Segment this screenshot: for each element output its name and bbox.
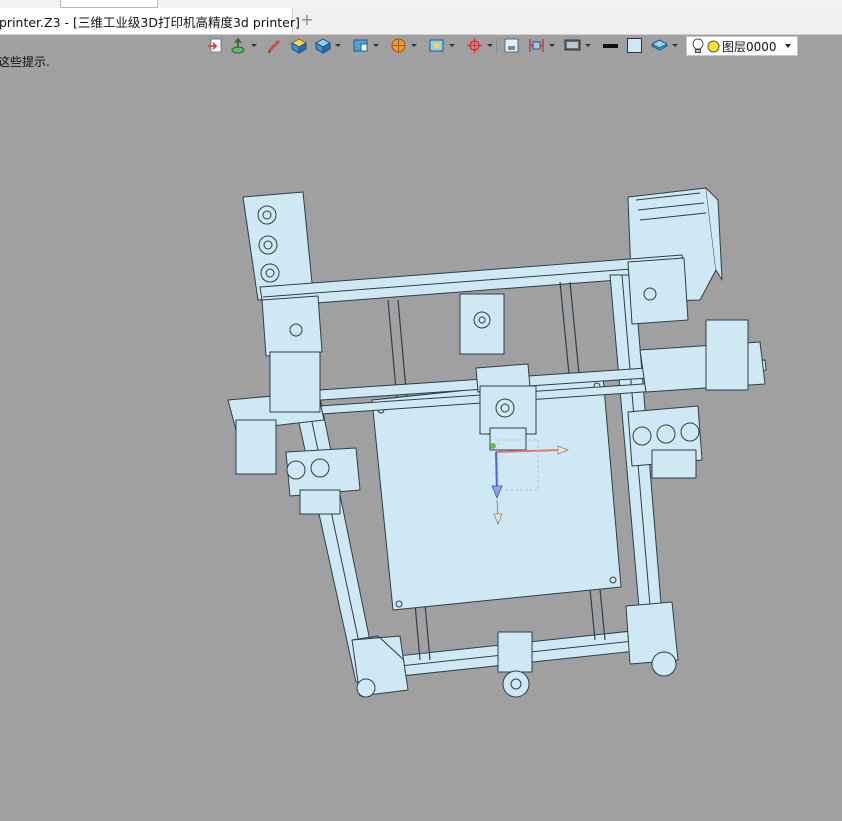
quick-access-field[interactable] (60, 0, 158, 8)
shaded-dropdown[interactable] (373, 44, 379, 47)
fit-dropdown[interactable] (549, 44, 555, 47)
layer-color-icon (707, 40, 720, 52)
3d-viewport[interactable] (0, 70, 842, 821)
x-motor-back[interactable] (459, 293, 505, 355)
color-swatch-icon[interactable] (626, 37, 643, 54)
z-motor-right[interactable] (627, 257, 689, 325)
new-tab-button[interactable]: + (298, 11, 316, 29)
export-icon[interactable] (207, 37, 224, 54)
render-dropdown[interactable] (411, 44, 417, 47)
extrude-dropdown[interactable] (251, 44, 257, 47)
image-dropdown[interactable] (449, 44, 455, 47)
document-tab[interactable]: printer.Z3 - [三维工业级3D打印机高精度3d printer] (0, 8, 300, 34)
document-tab-title: printer.Z3 - [三维工业级3D打印机高精度3d printer] (0, 14, 300, 30)
monitor-icon[interactable] (564, 37, 581, 54)
pencil-icon[interactable] (266, 37, 283, 54)
monitor-dropdown[interactable] (585, 44, 591, 47)
extrude-icon[interactable] (230, 37, 247, 54)
toolbar-separator (496, 38, 497, 54)
snap-dropdown[interactable] (487, 44, 493, 47)
layer-stack-dropdown[interactable] (672, 44, 678, 47)
layer-stack-icon[interactable] (651, 37, 668, 54)
z-motor-left[interactable] (261, 295, 323, 413)
shaded-view-icon[interactable] (352, 37, 369, 54)
cube-yellow-icon[interactable] (290, 37, 307, 54)
cube-blue-icon[interactable] (314, 37, 331, 54)
y-carriage-right[interactable] (627, 319, 766, 479)
image-icon[interactable] (428, 37, 445, 54)
chevron-down-icon[interactable] (785, 44, 791, 48)
cube-dropdown[interactable] (335, 44, 341, 47)
frame-icon[interactable] (503, 37, 520, 54)
lightbulb-icon[interactable] (691, 38, 705, 54)
layer-name: 图层0000 (722, 39, 777, 54)
layer-select[interactable]: 图层0000 (686, 36, 798, 56)
render-ball-icon[interactable] (390, 37, 407, 54)
hint-text: 这些提示. (0, 55, 50, 69)
snap-target-icon[interactable] (466, 37, 483, 54)
line-weight-icon[interactable] (602, 37, 619, 54)
document-tab-bar: printer.Z3 - [三维工业级3D打印机高精度3d printer] + (0, 8, 842, 35)
y-motor-front[interactable] (497, 631, 533, 698)
fit-icon[interactable] (528, 37, 545, 54)
